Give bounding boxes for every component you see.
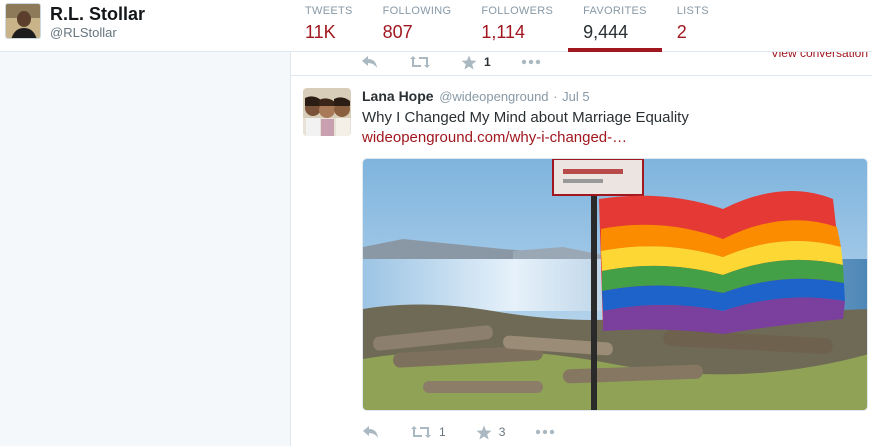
app: R.L. Stollar @RLStollar TWEETS 11K FOLLO…: [0, 0, 872, 446]
retweet-icon: [411, 426, 431, 438]
tweet-text: Why I Changed My Mind about Marriage Equ…: [362, 109, 689, 126]
star-icon: [476, 425, 492, 439]
retweet-icon: [410, 56, 430, 68]
tweet[interactable]: Lana Hope @wideopenground · Jul 5 Why I …: [291, 77, 872, 446]
reply-icon: [363, 426, 378, 438]
favorite-count: 3: [498, 425, 506, 439]
tweet-actions: 1 3: [362, 420, 585, 444]
stat-following[interactable]: FOLLOWING 807: [368, 0, 467, 52]
profile-name[interactable]: R.L. Stollar: [50, 3, 145, 25]
star-icon: [461, 55, 477, 69]
profile-card[interactable]: R.L. Stollar @RLStollar: [5, 3, 145, 41]
profile-avatar[interactable]: [5, 3, 41, 39]
tweet-link[interactable]: wideopenground.com/why-i-changed-…: [362, 128, 627, 148]
tweet-avatar[interactable]: [303, 88, 351, 136]
tweet-timestamp[interactable]: Jul 5: [562, 89, 589, 104]
tweet-stream[interactable]: 1 View conversation Lana Hope @wideopeng…: [290, 46, 872, 446]
stat-lists[interactable]: LISTS 2: [662, 0, 724, 52]
stat-label: LISTS: [676, 5, 709, 17]
left-column: [0, 52, 290, 446]
reply-icon: [362, 56, 377, 68]
profile-handle: @RLStollar: [50, 25, 117, 40]
more-button[interactable]: [535, 429, 555, 435]
stat-label: FOLLOWERS: [481, 5, 554, 17]
more-dots-icon: [536, 429, 555, 435]
tweet-header: Lana Hope @wideopenground · Jul 5: [362, 87, 590, 106]
profile-stats: TWEETS 11K FOLLOWING 807 FOLLOWERS 1,114…: [290, 0, 724, 52]
stat-label: FOLLOWING: [382, 5, 452, 17]
favorite-button[interactable]: 3: [476, 425, 506, 440]
retweet-button[interactable]: [409, 55, 431, 69]
stat-label: FAVORITES: [583, 5, 647, 17]
favorite-count: 1: [484, 55, 491, 69]
reply-button[interactable]: [361, 55, 379, 69]
stat-value: 9,444: [583, 22, 629, 42]
profile-nav: R.L. Stollar @RLStollar TWEETS 11K FOLLO…: [0, 0, 872, 52]
favorite-button[interactable]: 1: [461, 55, 491, 70]
tweet-media-image[interactable]: [362, 158, 868, 411]
previous-tweet-footer: 1 View conversation: [291, 46, 872, 76]
stat-value: 807: [382, 22, 413, 42]
tweet-separator: ·: [553, 89, 558, 104]
more-button[interactable]: [521, 59, 541, 65]
stat-tweets[interactable]: TWEETS 11K: [290, 0, 368, 52]
more-dots-icon: [521, 59, 540, 65]
retweet-button[interactable]: 1: [410, 425, 446, 439]
tweet-username[interactable]: @wideopenground: [439, 89, 548, 104]
retweet-count: 1: [439, 425, 446, 439]
stat-value: 2: [676, 22, 687, 42]
tweet-fullname[interactable]: Lana Hope: [362, 88, 434, 104]
stat-followers[interactable]: FOLLOWERS 1,114: [466, 0, 568, 52]
reply-button[interactable]: [362, 425, 380, 439]
stat-value: 1,114: [481, 22, 526, 42]
tweet-actions: 1: [361, 50, 571, 74]
stat-value: 11K: [305, 22, 336, 42]
tweet-action-row: 1 3: [362, 420, 585, 444]
stat-favorites[interactable]: FAVORITES 9,444: [568, 0, 662, 52]
stat-label: TWEETS: [305, 5, 353, 17]
